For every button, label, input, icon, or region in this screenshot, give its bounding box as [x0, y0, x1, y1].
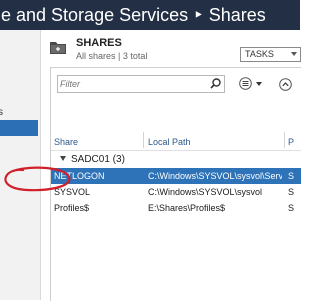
- table-row[interactable]: SYSVOL C:\Windows\SYSVOL\sysvol S: [51, 184, 301, 200]
- search-icon[interactable]: [209, 77, 222, 90]
- filter-input[interactable]: [60, 77, 190, 90]
- window-title: le and Storage Services ‣ Shares: [0, 5, 266, 25]
- share-protocol: S: [288, 203, 295, 213]
- nav-item-label[interactable]: s: [0, 107, 3, 118]
- chevron-down-icon: [291, 52, 297, 56]
- share-name: Profiles$: [54, 203, 90, 213]
- filter-box[interactable]: [57, 75, 225, 93]
- share-path: C:\Windows\SYSVOL\sysvol\Serve...: [148, 171, 282, 181]
- column-header-protocol[interactable]: P: [288, 137, 294, 147]
- nav-item-selected[interactable]: [0, 120, 38, 136]
- server-group-header[interactable]: SADC01 (3): [60, 154, 125, 165]
- section-subtitle: All shares | 3 total: [76, 51, 148, 61]
- column-header-local-path[interactable]: Local Path: [148, 137, 191, 147]
- header-divider: [51, 150, 301, 151]
- left-navigation-pane: s: [0, 30, 41, 300]
- table-row[interactable]: Profiles$ E:\Shares\Profiles$ S: [51, 200, 301, 216]
- chevron-down-icon[interactable]: [256, 82, 262, 86]
- shares-panel: Share Local Path P SADC01 (3) NETLOGON C…: [50, 67, 301, 301]
- share-path: C:\Windows\SYSVOL\sysvol: [148, 187, 263, 197]
- share-protocol: S: [288, 187, 295, 197]
- table-row[interactable]: NETLOGON C:\Windows\SYSVOL\sysvol\Serve.…: [51, 168, 301, 184]
- list-view-icon[interactable]: [239, 77, 252, 90]
- shares-folder-icon: [50, 42, 66, 54]
- tasks-dropdown[interactable]: TASKS: [240, 47, 301, 62]
- group-label: SADC01 (3): [71, 154, 125, 165]
- collapse-up-icon[interactable]: [279, 78, 292, 91]
- tasks-label: TASKS: [245, 49, 274, 59]
- red-annotation-circle: [4, 166, 71, 192]
- title-bar: le and Storage Services ‣ Shares: [0, 0, 300, 30]
- column-divider: [284, 132, 285, 148]
- share-protocol: S: [288, 171, 295, 181]
- column-divider: [143, 132, 144, 148]
- share-path: E:\Shares\Profiles$: [148, 203, 226, 213]
- expand-triangle-icon[interactable]: [60, 156, 66, 161]
- main-content: SHARES All shares | 3 total TASKS Share …: [41, 30, 301, 301]
- column-header-share[interactable]: Share: [54, 137, 78, 147]
- section-title: SHARES: [76, 37, 122, 49]
